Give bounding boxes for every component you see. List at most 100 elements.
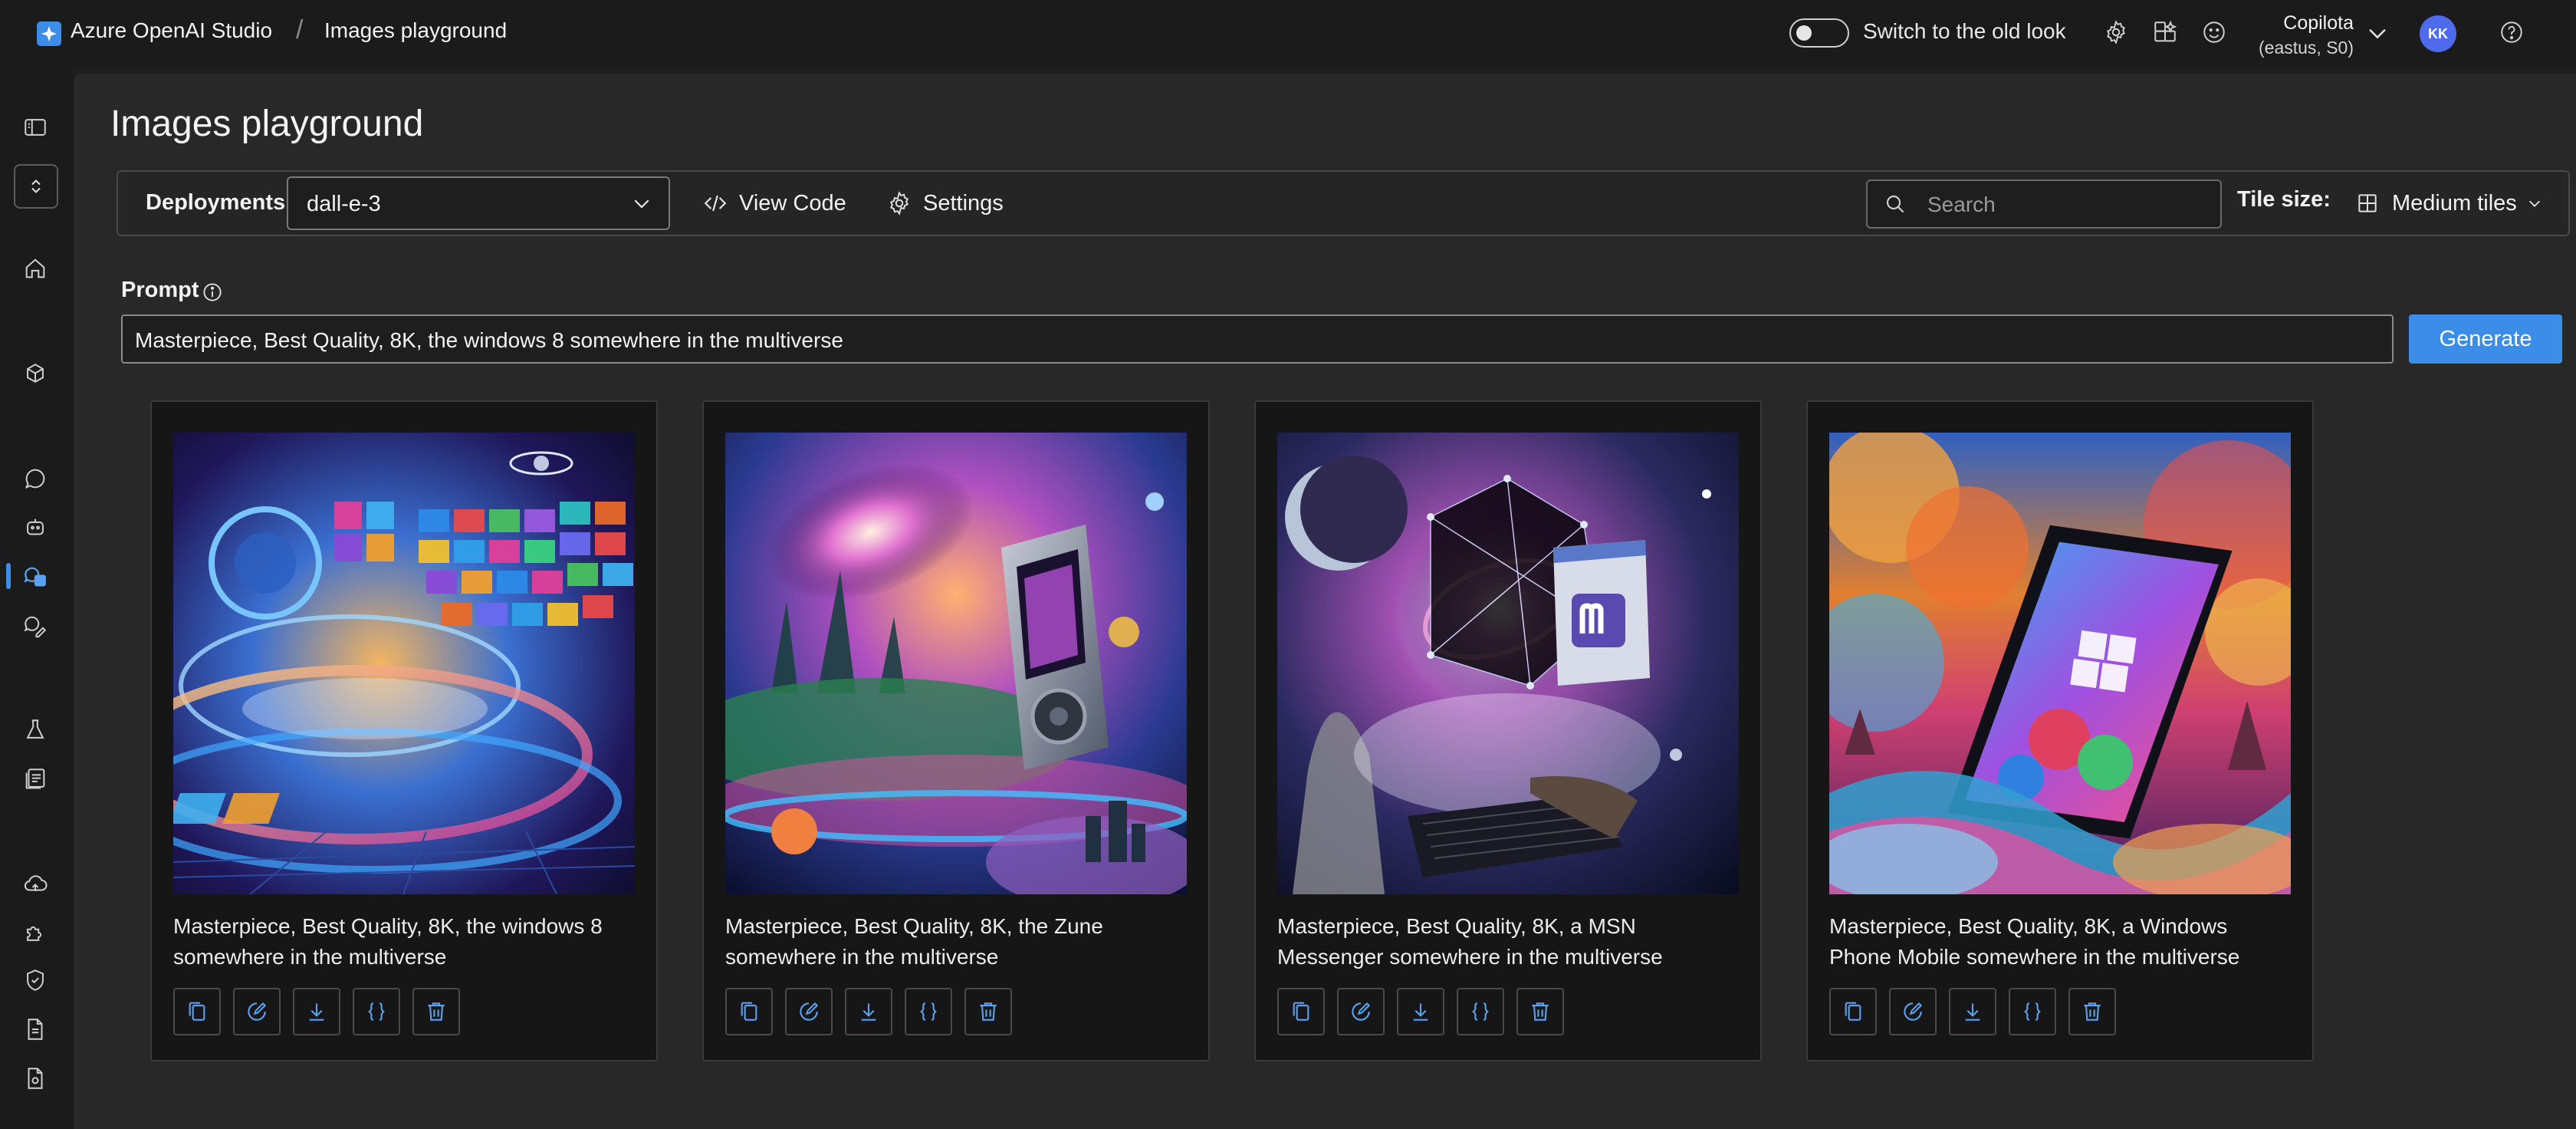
- deployments-cloud-icon[interactable]: [20, 868, 51, 899]
- copy-icon: [1293, 1002, 1309, 1021]
- view-json-button[interactable]: [353, 988, 400, 1035]
- download-button[interactable]: [1949, 988, 1996, 1035]
- view-code-button[interactable]: View Code: [702, 184, 846, 222]
- delete-icon: [980, 1002, 997, 1021]
- delete-button[interactable]: [964, 988, 1012, 1035]
- image-result-card: Masterpiece, Best Quality, 8K, a Windows…: [1806, 400, 2314, 1062]
- image-caption: Masterpiece, Best Quality, 8K, the windo…: [173, 914, 603, 969]
- view-code-label: View Code: [739, 190, 846, 216]
- collapse-nav-icon[interactable]: [20, 112, 51, 143]
- edit-button[interactable]: [1337, 988, 1385, 1035]
- app-name[interactable]: Azure OpenAI Studio: [71, 18, 272, 43]
- view-json-button[interactable]: [1457, 988, 1504, 1035]
- tile-size-value: Medium tiles: [2392, 190, 2517, 216]
- tile-size-dropdown[interactable]: Medium tiles: [2355, 184, 2543, 222]
- copy-button[interactable]: [173, 988, 221, 1035]
- deployment-value: dall-e-3: [307, 192, 381, 216]
- help-icon[interactable]: [2496, 17, 2527, 48]
- image-caption: Masterpiece, Best Quality, 8K, a Windows…: [1829, 914, 2240, 969]
- chat-playground-icon[interactable]: [20, 463, 51, 494]
- download-icon: [1413, 1003, 1428, 1021]
- chevron-down-icon: [2528, 200, 2540, 207]
- prompt-input[interactable]: Masterpiece, Best Quality, 8K, the windo…: [121, 314, 2394, 364]
- settings-gear-icon[interactable]: [2101, 17, 2131, 48]
- chevron-down-icon: [634, 199, 649, 209]
- account-name: Copilota: [2283, 12, 2354, 34]
- search-box[interactable]: [1866, 179, 2222, 229]
- copy-button[interactable]: [1277, 988, 1325, 1035]
- feedback-smiley-icon[interactable]: [2199, 17, 2229, 48]
- settings-label: Settings: [923, 190, 1004, 216]
- azure-openai-logo-icon: [37, 21, 61, 46]
- download-button[interactable]: [845, 988, 892, 1035]
- deployment-dropdown[interactable]: dall-e-3: [287, 176, 670, 230]
- download-button[interactable]: [1397, 988, 1444, 1035]
- toggle-knob: [1796, 25, 1812, 41]
- generate-button[interactable]: Generate: [2409, 314, 2562, 364]
- lab-flask-icon[interactable]: [20, 715, 51, 746]
- copy-icon: [1845, 1002, 1861, 1021]
- card-actions: [1277, 988, 1576, 1038]
- copy-button[interactable]: [725, 988, 773, 1035]
- breadcrumb-current[interactable]: Images playground: [324, 18, 507, 43]
- copy-icon: [189, 1002, 205, 1021]
- delete-button[interactable]: [2068, 988, 2116, 1035]
- delete-button[interactable]: [412, 988, 460, 1035]
- tile-size-label: Tile size:: [2237, 187, 2331, 212]
- images-playground-icon[interactable]: [20, 561, 51, 592]
- code-brackets-icon: [704, 195, 727, 212]
- delete-button[interactable]: [1516, 988, 1564, 1035]
- image-result-card: Masterpiece, Best Quality, 8K, the windo…: [150, 400, 658, 1062]
- view-json-button[interactable]: [905, 988, 952, 1035]
- search-icon: [1886, 195, 1904, 213]
- generated-image[interactable]: [1829, 433, 2291, 894]
- search-input[interactable]: [1926, 187, 2213, 222]
- card-actions: [173, 988, 472, 1038]
- account-region: (eastus, S0): [2259, 38, 2354, 58]
- download-icon: [1965, 1003, 1980, 1021]
- download-icon: [309, 1003, 324, 1021]
- gear-icon: [890, 191, 909, 216]
- chevron-up-down-icon: [31, 179, 41, 193]
- expand-nav-button[interactable]: [14, 164, 58, 209]
- image-result-card: Masterpiece, Best Quality, 8K, the Zune …: [702, 400, 1210, 1062]
- breadcrumb-separator: /: [296, 15, 304, 44]
- edit-icon: [1904, 1002, 1923, 1021]
- feature-preview-icon[interactable]: [2150, 17, 2180, 48]
- view-json-button[interactable]: [2009, 988, 2056, 1035]
- code-icon: [368, 1002, 385, 1021]
- old-look-toggle[interactable]: [1789, 18, 1849, 48]
- download-button[interactable]: [293, 988, 340, 1035]
- deployments-label: Deployments: [146, 190, 286, 215]
- account-info[interactable]: Copilota (eastus, S0): [2239, 11, 2354, 60]
- generated-image[interactable]: [173, 433, 635, 894]
- edit-button[interactable]: [785, 988, 833, 1035]
- image-caption: Masterpiece, Best Quality, 8K, the Zune …: [725, 914, 1103, 969]
- edit-button[interactable]: [233, 988, 281, 1035]
- delete-icon: [1532, 1002, 1549, 1021]
- models-puzzle-icon[interactable]: [20, 917, 51, 948]
- home-icon[interactable]: [20, 253, 51, 284]
- generated-image[interactable]: [1277, 433, 1739, 894]
- edit-icon: [1352, 1002, 1371, 1021]
- old-look-toggle-label: Switch to the old look: [1863, 19, 2066, 43]
- edit-icon: [800, 1002, 819, 1021]
- avatar[interactable]: KK: [2420, 15, 2456, 52]
- assistants-icon[interactable]: [20, 512, 51, 543]
- settings-button[interactable]: Settings: [886, 184, 1004, 222]
- copy-icon: [741, 1002, 757, 1021]
- model-catalog-icon[interactable]: [20, 359, 51, 390]
- info-icon[interactable]: [201, 281, 224, 304]
- completions-icon[interactable]: [20, 611, 51, 641]
- quota-document-icon[interactable]: [20, 1063, 51, 1094]
- data-files-icon[interactable]: [20, 764, 51, 795]
- copy-button[interactable]: [1829, 988, 1877, 1035]
- edit-button[interactable]: [1889, 988, 1937, 1035]
- card-actions: [1829, 988, 2128, 1038]
- prompt-label: Prompt: [121, 278, 199, 302]
- data-document-icon[interactable]: [20, 1014, 51, 1045]
- content-filters-shield-icon[interactable]: [20, 965, 51, 996]
- generated-image[interactable]: [725, 433, 1187, 894]
- top-bar: Azure OpenAI Studio / Images playground …: [0, 0, 2576, 67]
- chevron-down-icon[interactable]: [2364, 20, 2390, 46]
